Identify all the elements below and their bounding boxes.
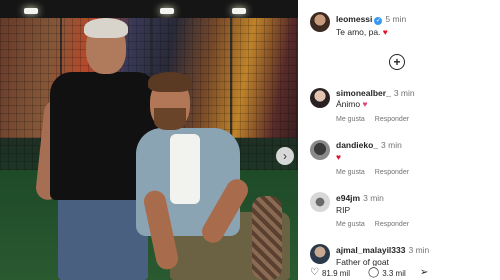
comment-username[interactable]: simonealber_: [336, 88, 391, 98]
commenter-avatar[interactable]: [310, 88, 330, 108]
like-comment-link[interactable]: Me gusta: [336, 221, 365, 228]
ceiling-light: [160, 8, 174, 14]
commenter-avatar[interactable]: [310, 140, 330, 160]
father-jeans: [58, 196, 148, 280]
comment-button[interactable]: ◯ 3.3 mil: [368, 268, 406, 278]
comment-header: dandieko_ 3 min: [336, 140, 402, 150]
son-beard: [154, 108, 186, 130]
like-button[interactable]: ♡ 81.9 mil: [310, 268, 350, 278]
post-caption: Te amo, pa. ♥: [336, 27, 388, 37]
comment-actions: Me gusta Responder: [336, 221, 419, 228]
post-time: 5 min: [385, 14, 407, 24]
comment-time: 3 min: [381, 140, 402, 150]
ceiling: [0, 0, 298, 20]
comment-text: RIP: [336, 205, 351, 215]
comment-count: 3.3 mil: [382, 268, 406, 278]
plus-circle-icon[interactable]: +: [389, 54, 405, 70]
heart-emoji: ♥: [362, 99, 368, 109]
author-header: leomessi ✓ 5 min: [336, 14, 406, 25]
commenter-avatar[interactable]: [310, 244, 330, 264]
father-hair: [84, 18, 128, 38]
son-white-tshirt: [170, 134, 200, 204]
chevron-right-icon[interactable]: ›: [276, 147, 294, 165]
share-button[interactable]: ➢: [420, 268, 431, 278]
comment-header: e94jm 3 min: [336, 193, 384, 203]
son-hair: [148, 72, 192, 92]
author-avatar[interactable]: [310, 12, 330, 32]
comment-username[interactable]: ajmal_malayil333: [336, 245, 405, 255]
comment-body: Ánimo: [336, 99, 361, 109]
comment-actions: Me gusta Responder: [336, 169, 419, 176]
caption-text: Te amo, pa.: [336, 27, 381, 37]
comment-text: ♥: [336, 152, 341, 162]
like-comment-link[interactable]: Me gusta: [336, 169, 365, 176]
comment-time: 3 min: [408, 245, 430, 255]
author-username[interactable]: leomessi: [336, 14, 372, 24]
reply-link[interactable]: Responder: [375, 116, 409, 123]
heart-emoji: ♥: [382, 27, 388, 37]
like-comment-link[interactable]: Me gusta: [336, 116, 365, 123]
reply-link[interactable]: Responder: [375, 221, 409, 228]
comment-text: Ánimo ♥: [336, 99, 368, 109]
post-photo[interactable]: ›: [0, 0, 298, 280]
send-icon: ➢: [420, 267, 429, 278]
ceiling-light: [232, 8, 246, 14]
comment-icon: ◯: [368, 267, 380, 278]
comment-header: ajmal_malayil333 3 min: [336, 245, 429, 255]
post-action-bar: ♡ 81.9 mil ◯ 3.3 mil ➢: [298, 266, 500, 280]
comment-username[interactable]: e94jm: [336, 193, 360, 203]
commenter-avatar[interactable]: [310, 192, 330, 212]
leg-tattoo: [252, 196, 282, 280]
heart-emoji: ♥: [336, 152, 342, 162]
comment-time: 3 min: [363, 193, 384, 203]
like-count: 81.9 mil: [321, 268, 350, 278]
heart-icon: ♡: [310, 267, 319, 278]
reply-link[interactable]: Responder: [375, 169, 409, 176]
verified-badge-icon: ✓: [374, 17, 383, 25]
comment-header: simonealber_ 3 min: [336, 88, 415, 98]
comment-username[interactable]: dandieko_: [336, 140, 378, 150]
comment-actions: Me gusta Responder: [336, 116, 419, 123]
comment-time: 3 min: [393, 88, 415, 98]
comments-panel: leomessi ✓ 5 min Te amo, pa. ♥ + simonealb…: [298, 0, 500, 280]
ceiling-light: [24, 8, 38, 14]
